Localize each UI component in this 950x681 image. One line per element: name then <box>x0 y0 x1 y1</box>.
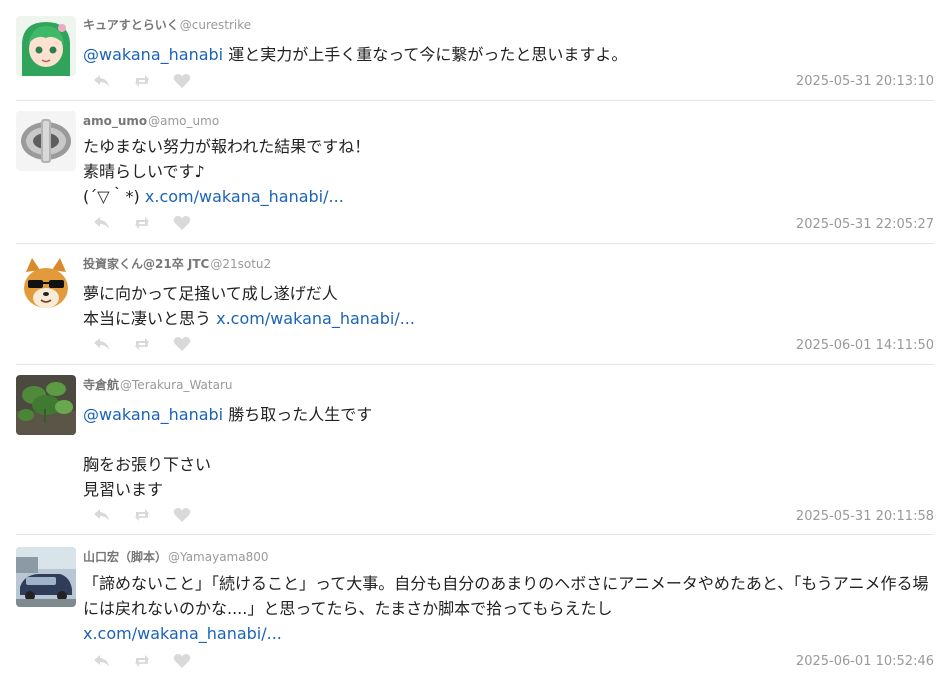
tweet-link[interactable]: x.com/wakana_hanabi/... <box>145 187 344 206</box>
avatar[interactable] <box>16 375 76 435</box>
avatar[interactable] <box>16 547 76 607</box>
tweet-actions <box>92 71 192 91</box>
author-name[interactable]: amo_umo <box>83 114 147 128</box>
author-name[interactable]: キュアすとらいく <box>83 18 179 32</box>
tweet: 寺倉航@Terakura_Wataru @wakana_hanabi 勝ち取った… <box>16 375 934 535</box>
reply-icon[interactable] <box>92 213 112 233</box>
timestamp[interactable]: 2025-06-01 10:52:46 <box>796 654 934 669</box>
reply-icon[interactable] <box>92 71 112 91</box>
mention-link[interactable]: @wakana_hanabi <box>83 405 223 424</box>
avatar[interactable] <box>16 254 76 314</box>
tweet-link[interactable]: x.com/wakana_hanabi/... <box>216 309 415 328</box>
author-handle[interactable]: @amo_umo <box>148 114 219 128</box>
tweet-text: @wakana_hanabi 運と実力が上手く重なって今に繋がったと思いますよ。 <box>83 45 628 64</box>
heart-icon[interactable] <box>172 334 192 354</box>
author-name[interactable]: 投資家くん@21卒 JTC <box>83 257 209 271</box>
tweet-actions <box>92 651 192 671</box>
author-handle[interactable]: @Terakura_Wataru <box>120 378 232 392</box>
retweet-icon[interactable] <box>132 213 152 233</box>
author-name[interactable]: 寺倉航 <box>83 378 119 392</box>
timestamp[interactable]: 2025-06-01 14:11:50 <box>796 338 934 353</box>
avatar[interactable] <box>16 111 76 171</box>
retweet-icon[interactable] <box>132 71 152 91</box>
reply-icon[interactable] <box>92 334 112 354</box>
author-name[interactable]: 山口宏（脚本） <box>83 550 167 564</box>
author-handle[interactable]: @Yamayama800 <box>168 550 268 564</box>
mention-link[interactable]: @wakana_hanabi <box>83 45 223 64</box>
heart-icon[interactable] <box>172 71 192 91</box>
tweet-text: 「諦めないこと」「続けること」って大事。自分も自分のあまりのヘボさにアニメータや… <box>83 574 929 643</box>
tweet: 投資家くん@21卒 JTC@21sotu2 夢に向かって足掻いて成し遂げだ人 本… <box>16 254 934 365</box>
heart-icon[interactable] <box>172 505 192 525</box>
tweet-feed: キュアすとらいく@curestrike @wakana_hanabi 運と実力が… <box>0 0 950 681</box>
tweet-text: 夢に向かって足掻いて成し遂げだ人 本当に凄いと思う x.com/wakana_h… <box>83 284 415 328</box>
timestamp[interactable]: 2025-05-31 20:11:58 <box>796 509 934 524</box>
tweet-text: たゆまない努力が報われた結果ですね！ 素晴らしいです♪ (´▽｀*) x.com… <box>83 137 371 206</box>
tweet-actions <box>92 334 192 354</box>
timestamp[interactable]: 2025-05-31 20:13:10 <box>796 74 934 89</box>
timestamp[interactable]: 2025-05-31 22:05:27 <box>796 217 934 232</box>
tweet: 山口宏（脚本）@Yamayama800 「諦めないこと」「続けること」って大事。… <box>16 547 934 679</box>
retweet-icon[interactable] <box>132 651 152 671</box>
heart-icon[interactable] <box>172 651 192 671</box>
tweet-actions <box>92 505 192 525</box>
tweet: キュアすとらいく@curestrike @wakana_hanabi 運と実力が… <box>16 16 934 101</box>
heart-icon[interactable] <box>172 213 192 233</box>
retweet-icon[interactable] <box>132 334 152 354</box>
author-handle[interactable]: @curestrike <box>180 18 251 32</box>
tweet-text: @wakana_hanabi 勝ち取った人生です 胸をお張り下さい 見習います <box>83 405 373 499</box>
reply-icon[interactable] <box>92 651 112 671</box>
tweet-actions <box>92 213 192 233</box>
tweet-link[interactable]: x.com/wakana_hanabi/... <box>83 624 282 643</box>
tweet: amo_umo@amo_umo たゆまない努力が報われた結果ですね！ 素晴らしい… <box>16 111 934 244</box>
reply-icon[interactable] <box>92 505 112 525</box>
avatar[interactable] <box>16 16 76 76</box>
author-handle[interactable]: @21sotu2 <box>210 257 271 271</box>
retweet-icon[interactable] <box>132 505 152 525</box>
